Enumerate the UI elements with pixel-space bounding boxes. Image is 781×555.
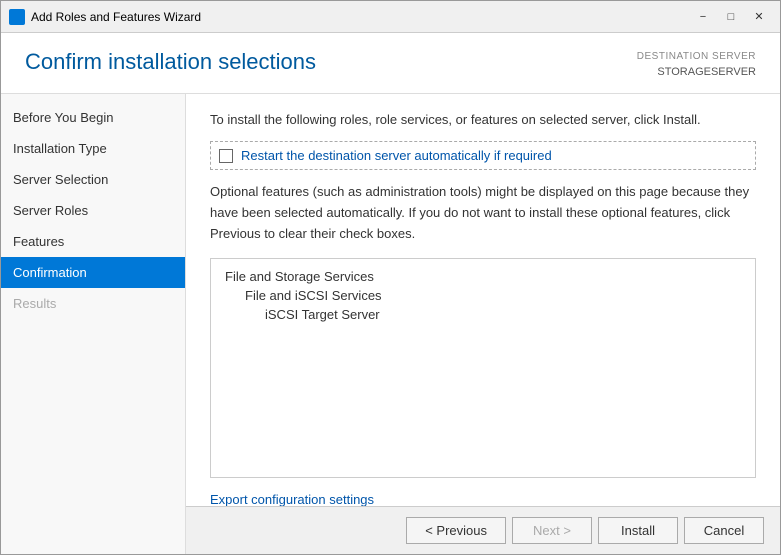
sidebar: Before You Begin Installation Type Serve… [1,94,186,555]
feature-list-box: File and Storage Services File and iSCSI… [210,258,756,478]
restart-checkbox-row: Restart the destination server automatic… [210,141,756,170]
title-bar: Add Roles and Features Wizard − □ ✕ [1,1,780,33]
window-controls: − □ ✕ [690,7,772,27]
optional-text: Optional features (such as administratio… [210,182,756,244]
main-content: To install the following roles, role ser… [186,94,780,555]
server-info: DESTINATION SERVER STORAGESERVER [637,49,756,81]
previous-button[interactable]: < Previous [406,517,506,544]
sidebar-item-results: Results [1,288,185,319]
feature-item-2: iSCSI Target Server [225,307,741,322]
server-label: DESTINATION SERVER [637,49,756,64]
app-icon [9,9,25,25]
page-title: Confirm installation selections [25,49,316,75]
export-config-link-row: Export configuration settings [210,492,756,506]
restart-checkbox[interactable] [219,149,233,163]
page-header: Confirm installation selections DESTINAT… [1,33,780,94]
feature-item-0: File and Storage Services [225,269,741,284]
feature-item-1: File and iSCSI Services [225,288,741,303]
instruction-text: To install the following roles, role ser… [210,110,756,130]
export-config-link[interactable]: Export configuration settings [210,492,374,506]
install-button[interactable]: Install [598,517,678,544]
window-title: Add Roles and Features Wizard [31,10,690,24]
minimize-button[interactable]: − [690,7,716,27]
restart-checkbox-label: Restart the destination server automatic… [241,148,552,163]
close-button[interactable]: ✕ [746,7,772,27]
footer: < Previous Next > Install Cancel [186,506,780,554]
sidebar-item-server-roles[interactable]: Server Roles [1,195,185,226]
sidebar-item-installation-type[interactable]: Installation Type [1,133,185,164]
sidebar-item-before-you-begin[interactable]: Before You Begin [1,102,185,133]
cancel-button[interactable]: Cancel [684,517,764,544]
main-body: To install the following roles, role ser… [186,94,780,507]
wizard-window: Add Roles and Features Wizard − □ ✕ Conf… [0,0,781,555]
next-button[interactable]: Next > [512,517,592,544]
content-area: Before You Begin Installation Type Serve… [1,94,780,555]
server-name: STORAGESERVER [637,64,756,81]
sidebar-item-server-selection[interactable]: Server Selection [1,164,185,195]
sidebar-item-confirmation[interactable]: Confirmation [1,257,185,288]
maximize-button[interactable]: □ [718,7,744,27]
sidebar-item-features[interactable]: Features [1,226,185,257]
